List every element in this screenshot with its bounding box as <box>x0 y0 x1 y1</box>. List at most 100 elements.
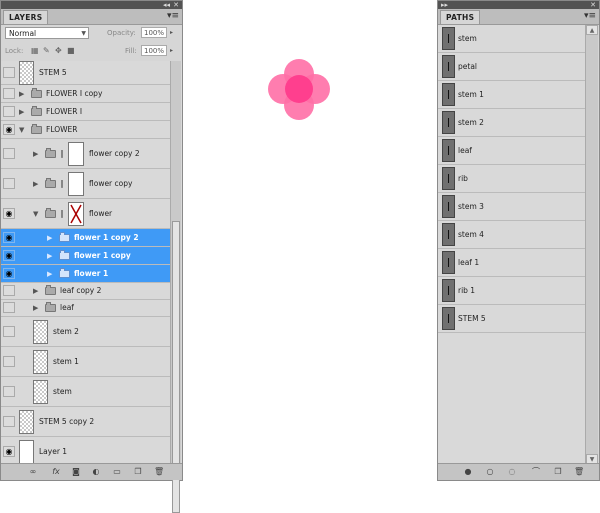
layer-row[interactable]: ▶ ∥ flower copy <box>1 169 170 199</box>
layer-row[interactable]: ◉ Layer 1 <box>1 437 170 464</box>
layer-row[interactable]: stem 1 <box>1 347 170 377</box>
lock-image-icon[interactable]: ✎ <box>43 45 50 57</box>
expand-icon[interactable]: ▸▸ <box>441 1 448 9</box>
path-thumbnail[interactable] <box>442 83 455 106</box>
layer-row[interactable]: stem <box>1 377 170 407</box>
eye-icon[interactable]: ◉ <box>3 249 15 261</box>
eye-icon[interactable]: ◉ <box>3 267 15 279</box>
visibility-toggle[interactable] <box>3 66 15 78</box>
visibility-toggle[interactable] <box>3 105 15 117</box>
collapsed-triangle-icon[interactable]: ▶ <box>47 233 52 243</box>
layer-row[interactable]: ◉ ▼ FLOWER <box>1 121 170 139</box>
eye-icon[interactable]: ◉ <box>3 445 15 457</box>
eye-icon[interactable]: ◉ <box>3 123 15 135</box>
path-thumbnail[interactable] <box>442 167 455 190</box>
fill-path-icon[interactable]: ● <box>463 467 473 477</box>
mask-thumbnail[interactable] <box>68 201 84 226</box>
path-row[interactable]: STEM 5 <box>438 305 585 333</box>
lock-transparent-icon[interactable]: ▦ <box>31 45 39 57</box>
fill-field[interactable]: 100% <box>141 45 167 56</box>
panel-menu-icon[interactable]: ▾≡ <box>167 11 179 21</box>
load-selection-icon[interactable]: ◌ <box>507 467 517 477</box>
layer-thumbnail[interactable] <box>19 409 34 434</box>
path-thumbnail[interactable] <box>442 111 455 134</box>
layer-row[interactable]: ▶ leaf copy 2 <box>1 283 170 300</box>
close-icon[interactable]: ✕ <box>590 1 596 9</box>
collapsed-triangle-icon[interactable]: ▶ <box>19 107 24 117</box>
layer-thumbnail[interactable] <box>33 349 48 374</box>
stroke-path-icon[interactable]: ○ <box>485 467 495 477</box>
layer-row[interactable]: ▶ leaf <box>1 300 170 317</box>
visibility-toggle[interactable] <box>3 355 15 367</box>
scroll-up-icon[interactable]: ▲ <box>586 25 598 35</box>
path-thumbnail[interactable] <box>442 139 455 162</box>
layer-row[interactable]: ▶ FLOWER I <box>1 103 170 121</box>
layer-thumbnail[interactable] <box>19 439 34 464</box>
chain-icon[interactable]: ∥ <box>60 179 64 189</box>
visibility-toggle[interactable] <box>3 147 15 159</box>
path-row[interactable]: stem 1 <box>438 81 585 109</box>
mask-thumbnail[interactable] <box>68 171 84 196</box>
path-thumbnail[interactable] <box>442 195 455 218</box>
path-thumbnail[interactable] <box>442 279 455 302</box>
mask-thumbnail[interactable] <box>68 141 84 166</box>
fill-arrow-icon[interactable]: ▸ <box>170 45 173 57</box>
visibility-toggle[interactable] <box>3 302 15 313</box>
mask-icon[interactable]: ◙ <box>71 467 81 477</box>
eye-icon[interactable]: ◉ <box>3 231 15 243</box>
collapsed-triangle-icon[interactable]: ▶ <box>33 303 38 313</box>
layer-row[interactable]: ◉ ▶ flower 1 <box>1 265 170 283</box>
eye-icon[interactable]: ◉ <box>3 207 15 219</box>
adjustment-icon[interactable]: ◐ <box>91 467 101 477</box>
layers-scrollbar[interactable] <box>170 61 181 513</box>
path-row[interactable]: rib 1 <box>438 277 585 305</box>
collapsed-triangle-icon[interactable]: ▶ <box>47 251 52 261</box>
canvas[interactable] <box>183 0 437 481</box>
opacity-arrow-icon[interactable]: ▸ <box>170 27 173 39</box>
visibility-toggle[interactable] <box>3 177 15 189</box>
trash-icon[interactable]: 🗑 <box>154 467 164 477</box>
link-icon[interactable]: ∞ <box>28 467 38 477</box>
lock-all-icon[interactable]: ■ <box>67 45 75 57</box>
visibility-toggle[interactable] <box>3 385 15 397</box>
layer-thumbnail[interactable] <box>33 319 48 344</box>
opacity-field[interactable]: 100% <box>141 27 167 38</box>
panel-menu-icon[interactable]: ▾≡ <box>584 11 596 21</box>
blend-mode-select[interactable]: Normal ▼ <box>5 27 89 39</box>
path-thumbnail[interactable] <box>442 27 455 50</box>
path-thumbnail[interactable] <box>442 307 455 330</box>
make-path-icon[interactable]: ⌒ <box>529 467 543 477</box>
visibility-toggle[interactable] <box>3 415 15 427</box>
collapsed-triangle-icon[interactable]: ▶ <box>33 149 38 159</box>
path-row[interactable]: petal <box>438 53 585 81</box>
chain-icon[interactable]: ∥ <box>60 149 64 159</box>
path-thumbnail[interactable] <box>442 55 455 78</box>
paths-scrollbar[interactable]: ▲ ▼ <box>585 25 598 464</box>
layer-row[interactable]: ▶ FLOWER I copy <box>1 85 170 103</box>
collapse-icon[interactable]: ◂◂ <box>163 1 170 9</box>
visibility-toggle[interactable] <box>3 285 15 296</box>
new-layer-icon[interactable]: ❐ <box>133 467 143 477</box>
new-path-icon[interactable]: ❐ <box>553 467 563 477</box>
layer-row[interactable]: ◉ ▶ flower 1 copy <box>1 247 170 265</box>
layer-row[interactable]: STEM 5 copy 2 <box>1 407 170 437</box>
layer-row[interactable]: ▶ ∥ flower copy 2 <box>1 139 170 169</box>
layer-row[interactable]: stem 2 <box>1 317 170 347</box>
path-row[interactable]: leaf <box>438 137 585 165</box>
visibility-toggle[interactable] <box>3 325 15 337</box>
tab-paths[interactable]: PATHS <box>440 10 481 24</box>
lock-position-icon[interactable]: ✥ <box>55 45 62 57</box>
layer-thumbnail[interactable] <box>33 379 48 404</box>
path-row[interactable]: stem <box>438 25 585 53</box>
collapsed-triangle-icon[interactable]: ▶ <box>33 179 38 189</box>
path-thumbnail[interactable] <box>442 251 455 274</box>
expanded-triangle-icon[interactable]: ▼ <box>19 125 24 135</box>
chain-icon[interactable]: ∥ <box>60 209 64 219</box>
collapsed-triangle-icon[interactable]: ▶ <box>33 286 38 296</box>
layer-thumbnail[interactable] <box>19 61 34 85</box>
path-row[interactable]: stem 4 <box>438 221 585 249</box>
layer-row[interactable]: STEM 5 <box>1 61 170 85</box>
collapsed-triangle-icon[interactable]: ▶ <box>19 89 24 99</box>
path-row[interactable]: leaf 1 <box>438 249 585 277</box>
tab-layers[interactable]: LAYERS <box>3 10 49 24</box>
